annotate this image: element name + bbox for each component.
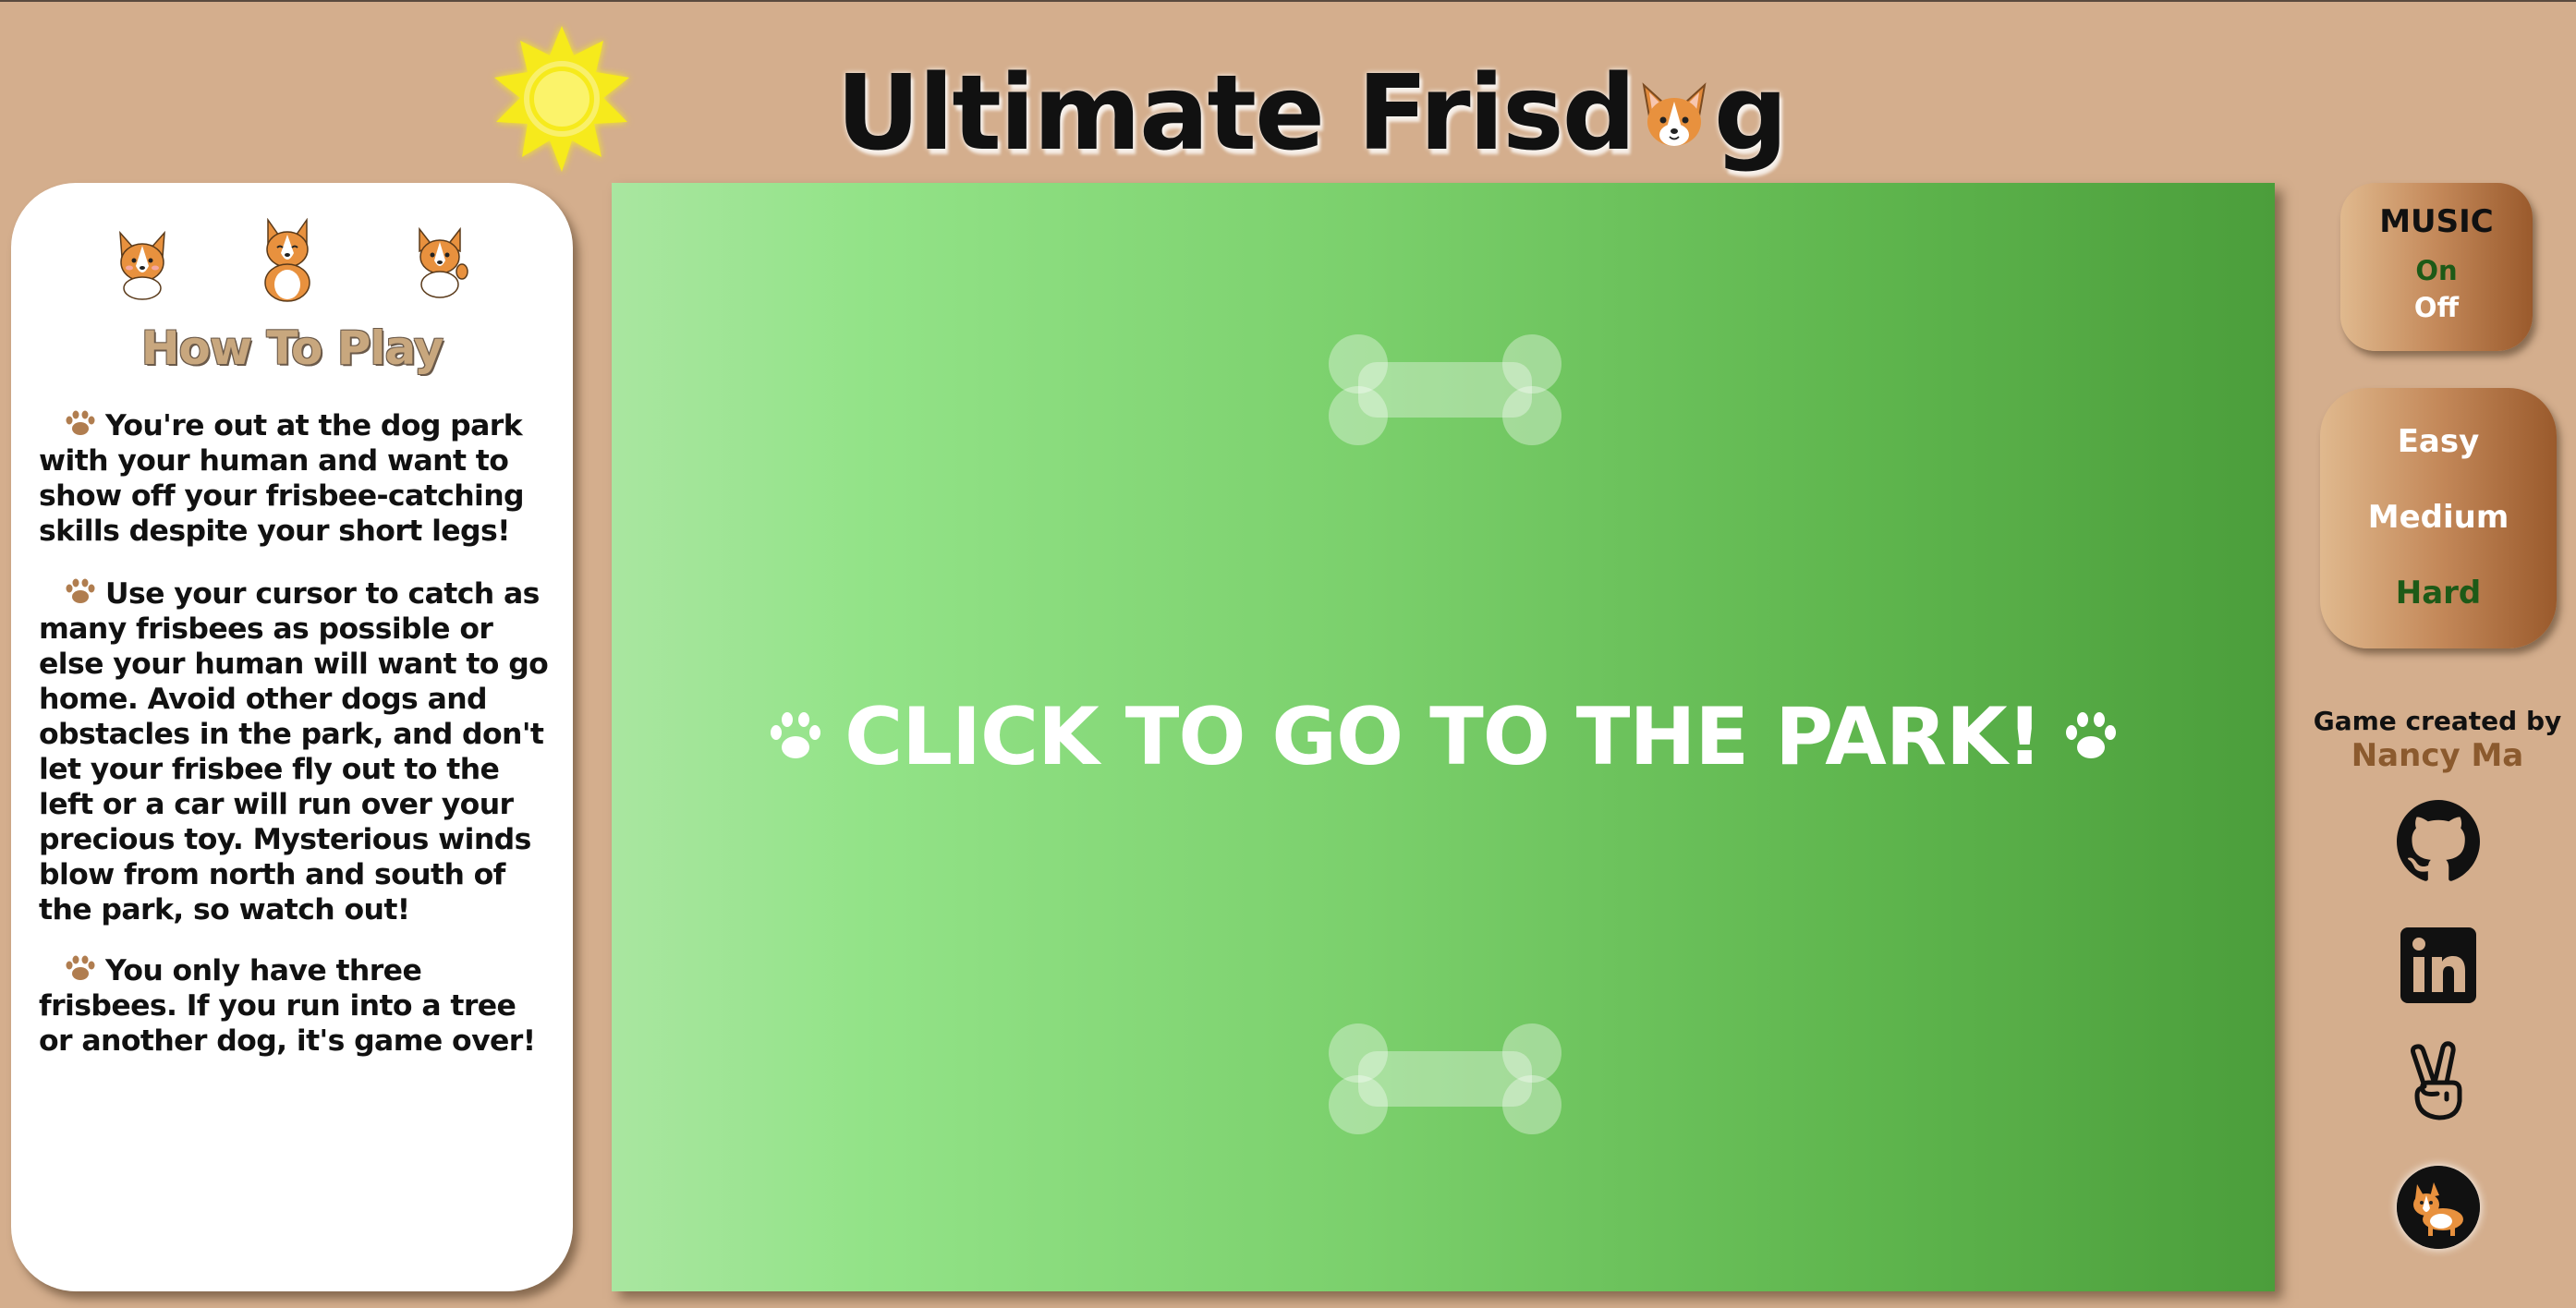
author-name: Nancy Ma (2351, 737, 2524, 774)
peace-hand-icon[interactable] (2397, 1040, 2480, 1123)
paw-icon (66, 955, 95, 980)
paw-icon (771, 712, 821, 758)
music-label: MUSIC (2379, 203, 2494, 240)
credit-label: Game created by (2313, 706, 2562, 736)
difficulty-hard-button[interactable]: Hard (2320, 575, 2557, 612)
instruction-paragraph-1: You're out at the dog park with your hum… (39, 408, 558, 549)
instruction-paragraph-2: Use your cursor to catch as many frisbee… (39, 576, 558, 927)
how-to-play-heading: How To Play (140, 321, 444, 375)
difficulty-easy-button[interactable]: Easy (2320, 423, 2557, 460)
sun-icon (494, 26, 629, 172)
start-game-prompt[interactable]: CLICK TO GO TO THE PARK! (612, 686, 2275, 788)
difficulty-medium-button[interactable]: Medium (2320, 499, 2557, 536)
title-text-end: g (1713, 54, 1788, 174)
instructions-panel: How To Play You're out at the dog park w… (11, 183, 573, 1291)
music-on-button[interactable]: On (2340, 255, 2533, 286)
top-border (0, 0, 2576, 2)
game-title: Ultimate Frisd g (836, 54, 1788, 174)
title-text-start: Ultimate Frisd (836, 54, 1636, 174)
paw-icon (2065, 712, 2116, 758)
bone-icon (1329, 1023, 1561, 1134)
start-game-text[interactable]: CLICK TO GO TO THE PARK! (844, 691, 2043, 783)
music-controls: MUSIC On Off (2340, 183, 2533, 351)
corgi-illustrations (11, 218, 573, 320)
instruction-text: You're out at the dog park with your hum… (39, 409, 525, 548)
paw-icon (66, 578, 95, 603)
music-off-button[interactable]: Off (2340, 292, 2533, 323)
game-start-area[interactable]: CLICK TO GO TO THE PARK! (612, 183, 2275, 1291)
difficulty-selector: Easy Medium Hard (2320, 388, 2557, 648)
paw-icon (66, 410, 95, 435)
instruction-paragraph-3: You only have three frisbees. If you run… (39, 953, 558, 1059)
github-icon[interactable] (2397, 800, 2480, 883)
linkedin-icon[interactable] (2397, 924, 2480, 1007)
corgi-happy-icon (264, 218, 310, 302)
corgi-face-icon (1642, 82, 1707, 146)
bone-icon (1329, 334, 1561, 445)
instruction-text: Use your cursor to catch as many frisbee… (39, 577, 549, 926)
corgi-sitting-icon (119, 230, 165, 300)
corgi-waving-icon (419, 226, 468, 298)
corgi-avatar-icon[interactable] (2397, 1166, 2480, 1249)
instruction-text: You only have three frisbees. If you run… (39, 954, 536, 1058)
